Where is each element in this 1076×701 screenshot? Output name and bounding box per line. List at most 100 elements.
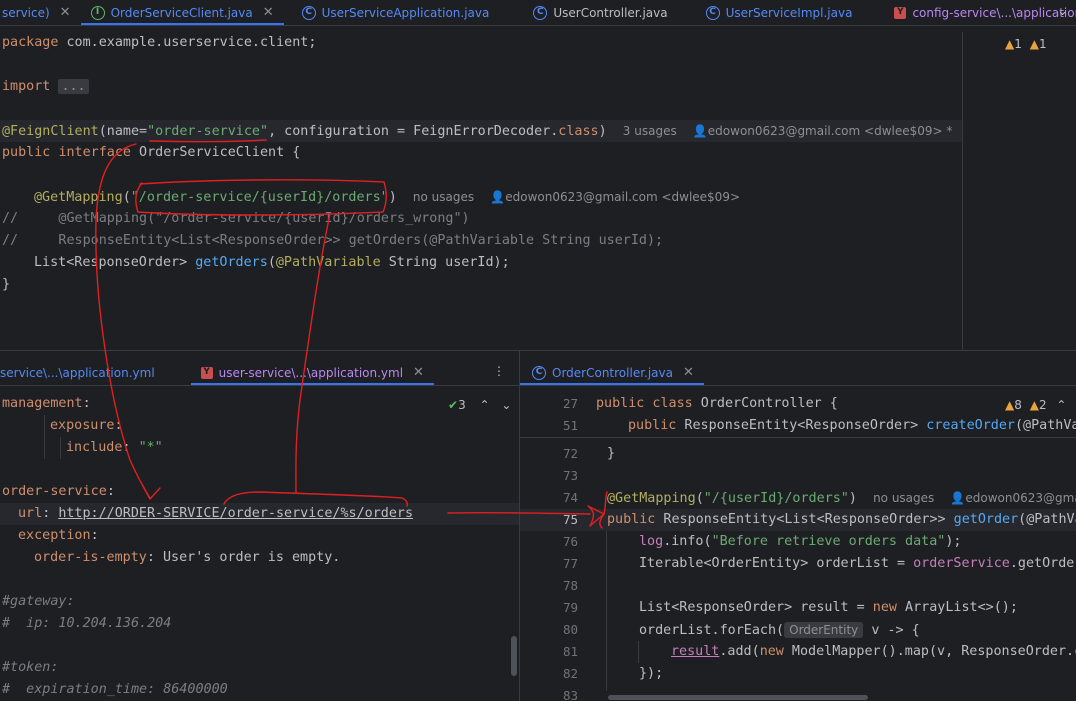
line-number[interactable]: 81 [520, 641, 578, 663]
inspection-status[interactable]: ✔3 ⌃ ⌄ [448, 398, 511, 412]
tab-label: config-service\...\application.yml [912, 5, 1076, 20]
author-hint[interactable]: edowon0623@gmail.com <dwlee$09> [505, 190, 740, 204]
left-editor-scrollbar[interactable] [511, 636, 517, 676]
indent-guide [606, 531, 607, 691]
spring-class-icon: C [301, 5, 316, 20]
tab-label: UserServiceImpl.java [725, 5, 853, 20]
yml-line-management: management: [2, 396, 91, 411]
folded-imports[interactable]: ... [58, 79, 89, 94]
sticky-lines-separator [520, 437, 1076, 438]
code-line-75: public ResponseEntity<List<ResponseOrder… [607, 512, 1076, 527]
code-line-package: package com.example.userservice.client; [2, 35, 317, 50]
tab-order-controller[interactable]: C OrderController.java ✕ [520, 360, 704, 385]
code-line-72: } [607, 446, 616, 461]
check-icon: ✔ [448, 398, 459, 412]
yml-line-comment-ip: # ip: 10.204.136.204 [2, 616, 172, 631]
tab-label: OrderController.java [552, 365, 673, 380]
indent-guide [60, 437, 61, 459]
yml-line-exception: exception: [18, 528, 99, 543]
person-icon: 👤 [490, 190, 506, 204]
close-icon[interactable]: ✕ [413, 365, 424, 380]
top-editor-order-service-client[interactable]: package com.example.userservice.client; … [0, 32, 962, 350]
tab-user-service-impl[interactable]: C UserServiceImpl.java [696, 0, 863, 25]
code-line-82: }); [639, 666, 664, 681]
code-line-77: Iterable<OrderEntity> orderList = orderS… [639, 556, 1076, 571]
code-line-81: result.add(new ModelMapper().map(v, Resp… [671, 644, 1076, 659]
code-line-import: import ... [2, 76, 89, 98]
yml-line-comment-gateway: #gateway: [2, 594, 75, 609]
line-number[interactable]: 27 [520, 393, 578, 415]
chevron-up-icon[interactable]: ⌃ [480, 398, 490, 412]
person-icon: 👤 [950, 491, 966, 505]
right-tab-bar: C OrderController.java ✕ [520, 360, 1076, 386]
person-icon: 👤 [692, 124, 708, 138]
indent-guide [44, 415, 45, 459]
code-line-interface: public interface OrderServiceClient { [2, 145, 301, 160]
top-editor-warnings[interactable]: ▲1 ▲1 [1005, 37, 1047, 51]
line-number[interactable]: 79 [520, 597, 578, 619]
line-number[interactable]: 76 [520, 531, 578, 553]
close-icon[interactable]: ✕ [263, 5, 274, 20]
right-editor-warnings[interactable]: ▲8 ▲2 ⌃ [1005, 398, 1066, 412]
code-line-get-mapping: @GetMapping("/order-service/{userId}/ord… [34, 190, 741, 205]
warning-icon: ▲ [1029, 398, 1039, 412]
code-line-79: List<ResponseOrder> result = new ArrayLi… [639, 600, 1018, 615]
order-service-url-link[interactable]: http://ORDER-SERVICE/order-service/%s/or… [58, 506, 413, 521]
top-tab-bar: service) ✕ I OrderServiceClient.java ✕ C… [0, 0, 1076, 26]
yml-line-comment-token: #token: [2, 660, 59, 675]
tab-label: service) [2, 5, 50, 20]
usages-hint[interactable]: no usages [873, 491, 934, 505]
warning-icon: ▲ [1005, 398, 1015, 412]
line-number-current[interactable]: 75 [520, 509, 578, 531]
tab-partial-service[interactable]: service) ✕ [0, 0, 81, 25]
line-number[interactable]: 80 [520, 619, 578, 641]
parameter-type-hint: OrderEntity [784, 622, 864, 638]
tab-partial-application-yml[interactable]: service\...\application.yml [0, 360, 165, 385]
code-line-comment-1: // @GetMapping("/order-service/{userId}/… [2, 211, 470, 226]
yml-line-comment-expiration: # expiration_time: 86400000 [2, 682, 228, 697]
line-number[interactable]: 77 [520, 553, 578, 575]
code-line-80: orderList.forEach(OrderEntity v -> { [639, 622, 920, 638]
tab-config-service-application-yml[interactable]: Y config-service\...\application.yml [884, 0, 1076, 25]
tab-order-service-client[interactable]: I OrderServiceClient.java ✕ [80, 0, 284, 25]
code-line-74: @GetMapping("/{userId}/orders") no usage… [607, 487, 1076, 509]
line-number[interactable]: 74 [520, 487, 578, 509]
yaml-file-icon: Y [200, 366, 213, 379]
chevron-down-icon[interactable]: ⌄ [501, 398, 511, 412]
tab-user-service-application-yml[interactable]: Y user-service\...\application.yml ✕ [190, 360, 435, 385]
author-hint[interactable]: edowon0623@gmail.com <dwlee$09> * [708, 124, 953, 138]
code-line-comment-2: // ResponseEntity<List<ResponseOrder>> g… [2, 233, 664, 248]
class-icon: C [533, 5, 548, 20]
line-number[interactable]: 78 [520, 575, 578, 597]
left-editor-application-yml[interactable]: management: exposure: include: "*" order… [0, 393, 519, 701]
yml-line-include: include: "*" [66, 440, 163, 455]
line-number[interactable]: 51 [520, 415, 578, 437]
close-icon[interactable]: ✕ [60, 5, 71, 20]
more-options-icon[interactable]: ⋮ [493, 364, 505, 378]
usages-hint[interactable]: no usages [413, 190, 474, 204]
indent-guide [638, 641, 639, 663]
line-number[interactable]: 82 [520, 663, 578, 685]
author-hint[interactable]: edowon0623@gmail [965, 491, 1076, 505]
horizontal-split-divider[interactable] [0, 350, 1076, 351]
code-line-feign-client: @FeignClient(name="order-service", confi… [0, 120, 962, 142]
tab-user-service-application[interactable]: C UserServiceApplication.java [292, 0, 500, 25]
horizontal-scrollbar[interactable] [608, 695, 868, 700]
tab-label: service\...\application.yml [0, 365, 155, 380]
close-icon[interactable]: ✕ [683, 365, 694, 380]
chevron-up-icon[interactable]: ⌃ [1056, 398, 1066, 412]
tab-label: UserController.java [553, 5, 668, 20]
yml-line-order-service: order-service: [2, 484, 115, 499]
line-number[interactable]: 83 [520, 685, 578, 701]
yml-line-exposure: exposure: [50, 418, 123, 433]
code-line-51: public ResponseEntity<ResponseOrder> cre… [628, 418, 1076, 433]
chevron-down-icon[interactable]: ⌄ [1057, 4, 1068, 19]
class-icon: C [532, 365, 546, 380]
line-number[interactable]: 73 [520, 465, 578, 487]
usages-hint[interactable]: 3 usages [623, 124, 677, 138]
tab-user-controller[interactable]: C UserController.java [523, 0, 677, 25]
warning-icon: ▲ [1005, 37, 1015, 51]
line-number[interactable]: 72 [520, 443, 578, 465]
right-editor-order-controller[interactable]: 27 51 72 73 74 75 76 77 78 79 80 81 82 8… [520, 393, 1076, 701]
yml-line-url: url: http://ORDER-SERVICE/order-service/… [0, 503, 519, 525]
